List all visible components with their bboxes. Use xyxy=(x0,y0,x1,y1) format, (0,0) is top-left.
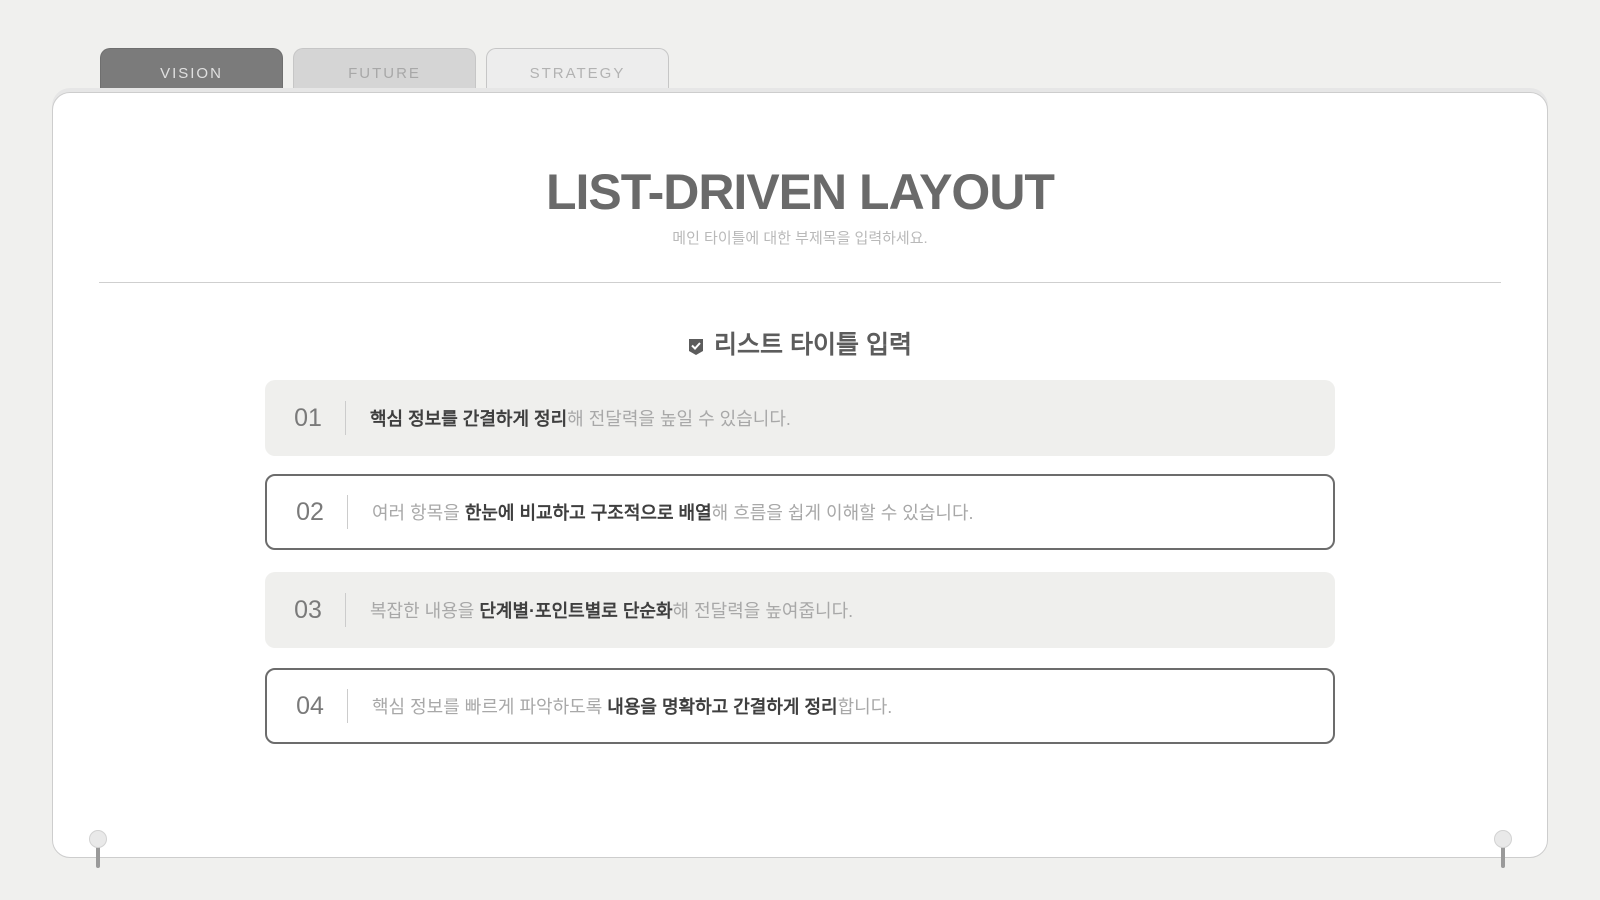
item-text: 여러 항목을 한눈에 비교하고 구조적으로 배열해 흐름을 쉽게 이해할 수 있… xyxy=(372,503,974,523)
list-title-text: 리스트 타이틀 입력 xyxy=(714,331,912,359)
item-number: 01 xyxy=(294,403,322,432)
tab-future[interactable]: FUTURE xyxy=(293,48,476,98)
tab-strategy[interactable]: STRATEGY xyxy=(486,48,669,98)
page-title: LIST-DRIVEN LAYOUT xyxy=(546,164,1055,220)
page-subtitle: 메인 타이틀에 대한 부제목을 입력하세요. xyxy=(672,230,928,247)
item-text: 핵심 정보를 빠르게 파악하도록 내용을 명확하고 간결하게 정리합니다. xyxy=(372,697,893,717)
slide: VISION FUTURE STRATEGY LIST-DRIVEN LAYOU… xyxy=(0,0,1600,900)
tab-vision[interactable]: VISION xyxy=(100,48,283,98)
list-item: 01 핵심 정보를 간결하게 정리해 전달력을 높일 수 있습니다. xyxy=(265,380,1335,456)
list-item: 02 여러 항목을 한눈에 비교하고 구조적으로 배열해 흐름을 쉽게 이해할 … xyxy=(265,474,1335,550)
tab-bar: VISION FUTURE STRATEGY xyxy=(100,48,669,98)
item-separator xyxy=(347,495,348,529)
list-item: 04 핵심 정보를 빠르게 파악하도록 내용을 명확하고 간결하게 정리합니다. xyxy=(265,668,1335,744)
divider xyxy=(99,282,1501,283)
pin-icon xyxy=(89,830,107,868)
item-number: 02 xyxy=(296,497,324,526)
item-text: 핵심 정보를 간결하게 정리해 전달력을 높일 수 있습니다. xyxy=(370,409,791,429)
item-text: 복잡한 내용을 단계별·포인트별로 단순화해 전달력을 높여줍니다. xyxy=(370,601,854,621)
item-separator xyxy=(345,593,346,627)
item-number: 04 xyxy=(296,691,324,720)
list-title: 리스트 타이틀 입력 xyxy=(53,325,1547,361)
item-separator xyxy=(345,401,346,435)
pin-icon xyxy=(1494,830,1512,868)
content-card: LIST-DRIVEN LAYOUT 메인 타이틀에 대한 부제목을 입력하세요… xyxy=(52,92,1548,858)
check-badge-icon xyxy=(688,334,704,355)
item-separator xyxy=(347,689,348,723)
list-item: 03 복잡한 내용을 단계별·포인트별로 단순화해 전달력을 높여줍니다. xyxy=(265,572,1335,648)
item-number: 03 xyxy=(294,595,322,624)
